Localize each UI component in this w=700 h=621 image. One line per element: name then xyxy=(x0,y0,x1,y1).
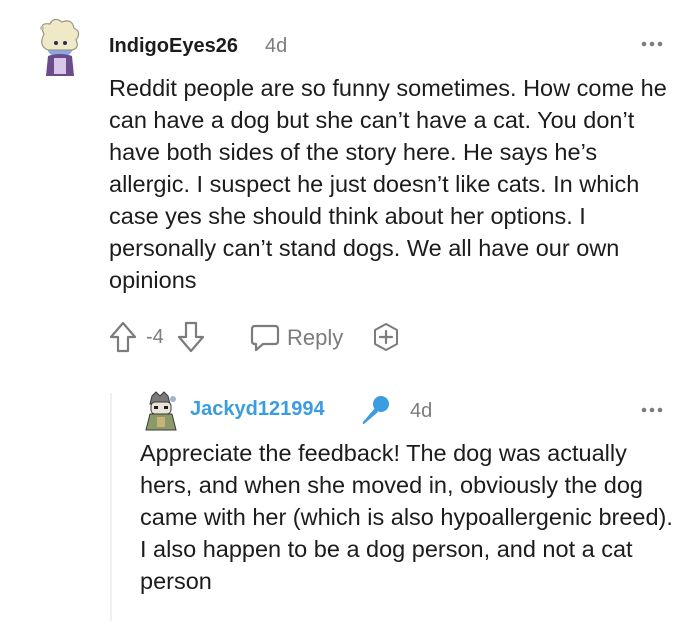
comment: IndigoEyes26 4d Reddit people are so fun… xyxy=(0,0,700,380)
more-options-icon[interactable] xyxy=(640,32,664,56)
upvote-icon[interactable] xyxy=(109,320,137,354)
avatar[interactable] xyxy=(24,14,90,80)
reply-age: 4d xyxy=(410,400,433,422)
reply-label: Reply xyxy=(287,325,344,350)
reply-icon xyxy=(249,323,281,353)
comment-author[interactable]: IndigoEyes26 xyxy=(109,35,238,58)
downvote-icon[interactable] xyxy=(177,320,205,354)
thread-line[interactable] xyxy=(110,393,112,621)
more-options-icon[interactable] xyxy=(640,398,664,422)
reply-avatar[interactable] xyxy=(140,390,182,432)
reply-author[interactable]: Jackyd121994 xyxy=(190,398,325,421)
comment-body: Reddit people are so funny sometimes. Ho… xyxy=(109,75,667,293)
reply-body: Appreciate the feedback! The dog was act… xyxy=(140,440,673,594)
comment-age: 4d xyxy=(265,35,288,57)
comment-actions: -4 Reply xyxy=(109,318,429,358)
award-icon[interactable] xyxy=(371,322,401,352)
vote-score: -4 xyxy=(146,326,164,348)
reply-button[interactable]: Reply xyxy=(249,320,353,354)
op-microphone-icon xyxy=(358,393,392,427)
